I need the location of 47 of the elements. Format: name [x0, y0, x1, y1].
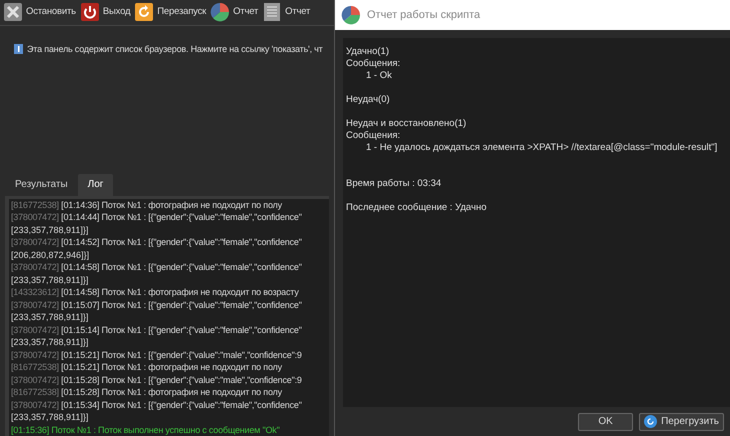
- refresh-icon: [644, 415, 658, 428]
- refresh-icon: [134, 2, 154, 22]
- toolbar-button[interactable]: Перезапуск: [134, 2, 206, 22]
- report-message: 1 - Не удалось дождаться элемента >XPATH> //textarea[@class="module-result"]: [365, 142, 718, 154]
- log-line: [233,357,788,911]}]: [11, 224, 90, 236]
- toolbar-button[interactable]: Остановить: [3, 2, 76, 22]
- toolbar-button[interactable]: Отчет: [210, 2, 258, 22]
- ok-button[interactable]: OK: [578, 412, 634, 430]
- toolbar-button[interactable]: Выход: [80, 2, 130, 22]
- log-line: [816772538] [01:15:21] Поток №1 : фотография не подходит по полу: [11, 361, 283, 374]
- log-line: [816772538] [01:14:36] Поток №1 : фотография не подходит по полу: [11, 198, 283, 211]
- reload-button[interactable]: Перегрузить: [639, 412, 724, 430]
- run-time: Время работы : 03:34: [346, 178, 442, 190]
- log-line: [378007472] [01:15:34] Поток №1 : [{"gender":{"value":"female","confidence": [11, 398, 303, 411]
- log-line: [233,357,788,911]}]: [11, 411, 90, 424]
- report-heading: Неудач и восстановлено(1): [346, 118, 468, 130]
- log-line: [378007472] [01:15:07] Поток №1 : [{"gender":{"value":"female","confidence": [11, 298, 303, 311]
- pie-chart-icon: [210, 2, 230, 22]
- log-line: [206,280,872,946]}]: [11, 248, 90, 261]
- log-line: [378007472] [01:15:14] Поток №1 : [{"gender":{"value":"female","confidence": [11, 324, 303, 336]
- log-line: [143323612] [01:14:58] Поток №1 : фотография не подходит по возрасту: [11, 286, 300, 298]
- document-icon: [262, 2, 282, 22]
- info-icon: [14, 44, 23, 54]
- log-line: [01:15:36] Поток №1 : Поток выполнен успешно с сообщением "Ok": [11, 424, 281, 436]
- log-line: [233,357,788,911]}]: [11, 274, 90, 286]
- log-line: [378007472] [01:14:58] Поток №1 : [{"gender":{"value":"female","confidence": [11, 261, 303, 274]
- tab[interactable]: Результаты: [5, 174, 78, 196]
- report-heading: Неудач(0): [346, 94, 391, 106]
- log-line: [233,357,788,911]}]: [11, 311, 90, 324]
- info-text: Эта панель содержит список браузеров. Нажмите на ссылку 'показать', чт: [27, 42, 323, 56]
- last-message: Последнее сообщение : Удачно: [346, 202, 488, 214]
- log-line: [816772538] [01:15:28] Поток №1 : фотография не подходит по полу: [11, 386, 283, 398]
- cross-icon: [3, 2, 23, 22]
- report-label: Сообщения:: [346, 130, 402, 142]
- log-line: [378007472] [01:15:28] Поток №1 : [{"gender":{"value":"male","confidence":9: [11, 374, 303, 386]
- log-line: [378007472] [01:14:44] Поток №1 : [{"gender":{"value":"female","confidence": [11, 211, 303, 224]
- tab[interactable]: Лог: [78, 174, 114, 196]
- report-heading: Удачно(1): [346, 46, 390, 58]
- log-line: [378007472] [01:14:52] Поток №1 : [{"gender":{"value":"female","confidence": [11, 236, 303, 248]
- report-message: 1 - Ok: [365, 70, 393, 82]
- pie-chart-icon: [341, 5, 361, 25]
- power-icon: [80, 2, 100, 22]
- dialog-title: Отчет работы скрипта: [367, 8, 480, 23]
- log-line: [233,357,788,911]}]: [11, 336, 90, 348]
- log-line: [378007472] [01:15:21] Поток №1 : [{"gender":{"value":"male","confidence":9: [11, 348, 303, 361]
- toolbar-button[interactable]: Отчет: [262, 2, 310, 22]
- report-label: Сообщения:: [346, 58, 402, 70]
